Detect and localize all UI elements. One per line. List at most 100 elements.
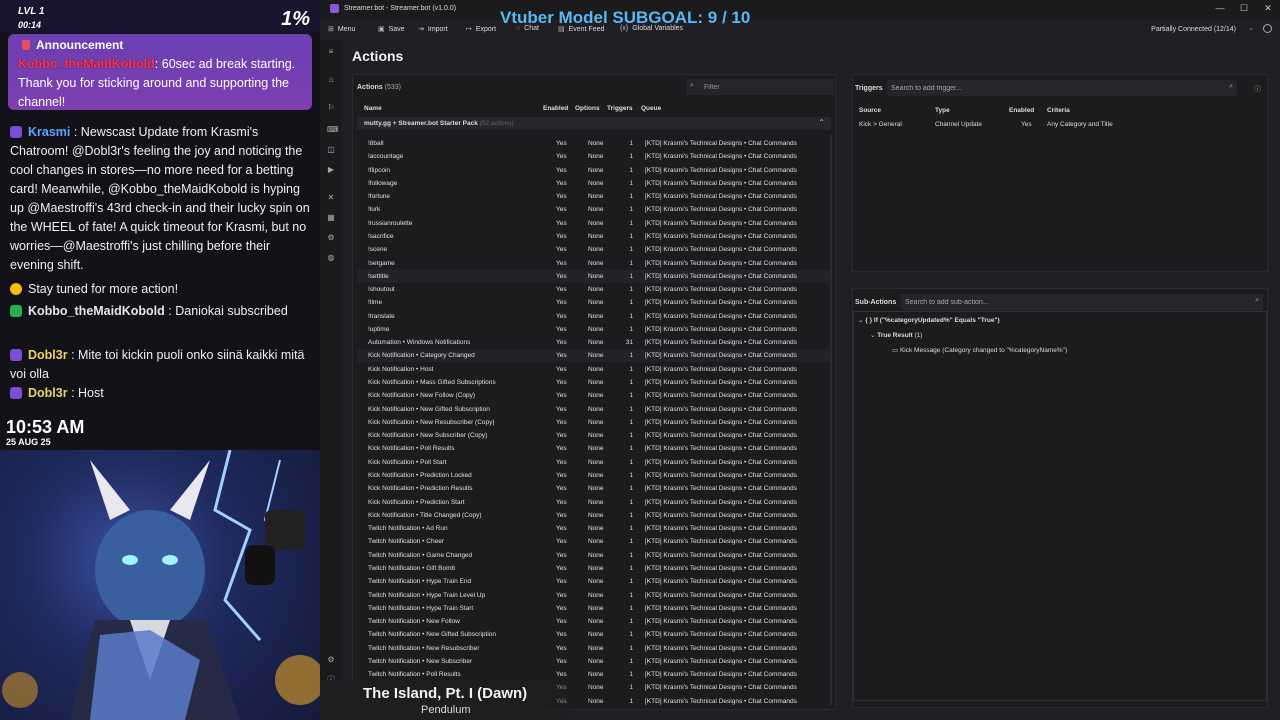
col-source[interactable]: Source — [859, 107, 881, 114]
col-type[interactable]: Type — [935, 107, 950, 114]
groups-icon[interactable]: ▦ — [327, 214, 335, 222]
action-row[interactable]: Kick Notification • Mass Gifted Subscrip… — [357, 376, 831, 389]
servers-icon[interactable]: ◍ — [327, 254, 335, 262]
action-row[interactable]: Kick Notification • Poll Start Yes None 1 [K… — [357, 456, 831, 469]
action-enabled: Yes — [556, 485, 567, 493]
subaction-search-input[interactable] — [905, 296, 1225, 308]
action-row[interactable]: Kick Notification • Host Yes None 1 [KTD] Kr… — [357, 363, 831, 376]
action-row[interactable]: !settitle Yes None 1 [KTD] Krasmi's Technica… — [357, 269, 831, 283]
user-icon[interactable] — [1263, 24, 1272, 33]
col-options[interactable]: Options — [575, 105, 600, 112]
action-triggers: 1 — [629, 657, 633, 665]
action-row[interactable]: Twitch Notification • New Follow Yes None 1… — [357, 615, 831, 628]
true-result-node[interactable]: ⌄ True Result (1) — [870, 331, 922, 339]
action-row[interactable]: Kick Notification • Category Changed Yes N… — [357, 349, 831, 363]
chevron-up-icon[interactable]: ⌃ — [818, 118, 825, 127]
action-queue: [KTD] Krasmi's Technical Designs • Chat … — [645, 525, 797, 533]
action-options: None — [588, 564, 604, 572]
action-row[interactable]: Twitch Notification • Gift Bomb Yes None 1 [… — [357, 562, 831, 575]
action-row[interactable]: !translate Yes None 1 [KTD] Krasmi's Technic… — [357, 310, 831, 323]
kick-message-node[interactable]: ▭ Kick Message (Category changed to "%ca… — [892, 346, 1067, 354]
global-variables-button[interactable]: {x} Global Variables — [620, 25, 683, 32]
event-feed-button[interactable]: ▤ Event Feed — [558, 25, 604, 33]
actions-icon[interactable]: ⚐ — [327, 104, 335, 112]
action-row[interactable]: !uptime Yes None 1 [KTD] Krasmi's Technical … — [357, 323, 831, 336]
menu-button[interactable]: ⊞ Menu — [328, 25, 355, 33]
col-name[interactable]: Name — [364, 105, 382, 112]
home-icon[interactable]: ⌂ — [327, 76, 335, 84]
action-row[interactable]: Twitch Notification • Cheer Yes None 1 [KTD]… — [357, 535, 831, 548]
action-queue: [KTD] Krasmi's Technical Designs • Chat … — [645, 299, 797, 307]
col-trigger-enabled[interactable]: Enabled — [1009, 107, 1034, 114]
if-node[interactable]: ⌄ { } If ("%categoryUpdated%" Equals "Tr… — [858, 316, 1000, 324]
action-row[interactable]: !sacrifice Yes None 1 [KTD] Krasmi's Technic… — [357, 230, 831, 243]
action-queue: [KTD] Krasmi's Technical Designs • Chat … — [645, 272, 797, 280]
action-row[interactable]: !time Yes None 1 [KTD] Krasmi's Technical De… — [357, 296, 831, 309]
tools-icon[interactable]: ✕ — [327, 194, 335, 202]
action-enabled: Yes — [556, 166, 567, 174]
action-row[interactable]: !fortune Yes None 1 [KTD] Krasmi's Technical… — [357, 190, 831, 203]
action-row[interactable]: Twitch Notification • New Subscriber Yes N… — [357, 655, 831, 668]
action-queue: [KTD] Krasmi's Technical Designs • Chat … — [645, 193, 797, 201]
import-button[interactable]: ⇥ Import — [418, 25, 448, 33]
integrations-icon[interactable]: ⚙ — [327, 234, 335, 242]
commands-icon[interactable]: ⌨ — [327, 126, 339, 134]
chat-nav-icon[interactable]: ◫ — [327, 146, 335, 154]
action-row[interactable]: Twitch Notification • Hype Train End Yes N… — [357, 575, 831, 588]
minimize-icon[interactable]: — — [1210, 3, 1230, 13]
action-row[interactable]: Kick Notification • New Gifted Subscript… — [357, 403, 831, 416]
trigger-row[interactable]: Kick > General Channel Update Yes Any Ca… — [853, 119, 1267, 131]
action-name: Twitch Notification • New Subscriber — [368, 657, 473, 665]
col-triggers[interactable]: Triggers — [607, 105, 633, 112]
close-icon[interactable]: ✕ — [1258, 3, 1278, 14]
export-button[interactable]: ↦ Export — [466, 25, 496, 33]
action-row[interactable]: !scene Yes None 1 [KTD] Krasmi's Technical D… — [357, 243, 831, 256]
scrollbar[interactable] — [830, 135, 832, 705]
action-row[interactable]: Kick Notification • New Follow (Copy) Yes… — [357, 389, 831, 402]
action-row[interactable]: !accountage Yes None 1 [KTD] Krasmi's Techni… — [357, 150, 831, 163]
action-row[interactable]: Twitch Notification • Hype Train Start Ye… — [357, 602, 831, 615]
save-button[interactable]: ▣ Save — [378, 25, 405, 33]
action-row[interactable]: Kick Notification • Prediction Results Ye… — [357, 482, 831, 495]
action-row[interactable]: Kick Notification • Title Changed (Copy)… — [357, 509, 831, 522]
chat-user: Dobl3r — [28, 386, 68, 400]
col-enabled[interactable]: Enabled — [543, 105, 568, 112]
action-row[interactable]: Twitch Notification • Ad Run Yes None 1 [KTD… — [357, 522, 831, 535]
connection-status[interactable]: Partially Connected (12/14) — [1151, 26, 1236, 33]
action-row[interactable]: Kick Notification • Poll Results Yes None 1… — [357, 442, 831, 455]
video-icon[interactable]: ▶ — [327, 166, 335, 174]
action-row[interactable]: !flipcoin Yes None 1 [KTD] Krasmi's Technica… — [357, 164, 831, 177]
action-row[interactable]: !russianroulette Yes None 1 [KTD] Krasmi's T… — [357, 217, 831, 230]
action-row[interactable]: Twitch Notification • Game Changed Yes Non… — [357, 549, 831, 562]
info-icon[interactable]: ⓘ — [1254, 84, 1261, 94]
chat-button[interactable]: ◌ Chat — [516, 25, 539, 32]
action-row[interactable]: !shoutout Yes None 1 [KTD] Krasmi's Technica… — [357, 283, 831, 296]
action-queue: [KTD] Krasmi's Technical Designs • Chat … — [645, 153, 797, 161]
action-row[interactable]: Twitch Notification • Hype Train Level U… — [357, 589, 831, 602]
action-row[interactable]: Kick Notification • Prediction Start Yes N… — [357, 496, 831, 509]
announcement-title: Announcement — [18, 38, 302, 52]
action-row[interactable]: Kick Notification • Prediction Locked Yes… — [357, 469, 831, 482]
action-row[interactable]: Kick Notification • New Resubscriber (Co… — [357, 416, 831, 429]
action-triggers: 1 — [629, 206, 633, 214]
action-row[interactable]: Kick Notification • New Subscriber (Copy… — [357, 429, 831, 442]
hamburger-icon[interactable]: ≡ — [327, 48, 335, 56]
action-row[interactable]: !8ball Yes None 1 [KTD] Krasmi's Technical D… — [357, 137, 831, 150]
action-group-header[interactable]: mutty.gg + Streamer.bot Starter Pack (52… — [357, 117, 831, 130]
settings-gear-icon[interactable]: ⚙ — [327, 656, 335, 664]
action-name: !scene — [368, 246, 388, 254]
action-row[interactable]: Twitch Notification • New Resubscriber Ye… — [357, 642, 831, 655]
action-row[interactable]: Automation • Windows Notifications Yes Non… — [357, 336, 831, 349]
chevron-down-icon[interactable]: ⌄ — [1248, 24, 1254, 32]
action-row[interactable]: !setgame Yes None 1 [KTD] Krasmi's Technical… — [357, 257, 831, 270]
action-enabled: Yes — [556, 206, 567, 214]
maximize-icon[interactable]: ☐ — [1234, 3, 1254, 14]
action-row[interactable]: !lurk Yes None 1 [KTD] Krasmi's Technical De… — [357, 203, 831, 216]
filter-input[interactable] — [704, 81, 824, 93]
trigger-search-input[interactable] — [891, 82, 1211, 94]
col-queue[interactable]: Queue — [641, 105, 661, 112]
col-criteria[interactable]: Criteria — [1047, 107, 1070, 114]
action-triggers: 1 — [629, 140, 633, 147]
action-row[interactable]: Twitch Notification • New Gifted Subscri… — [357, 628, 831, 641]
action-row[interactable]: !followage Yes None 1 [KTD] Krasmi's Technic… — [357, 177, 831, 190]
